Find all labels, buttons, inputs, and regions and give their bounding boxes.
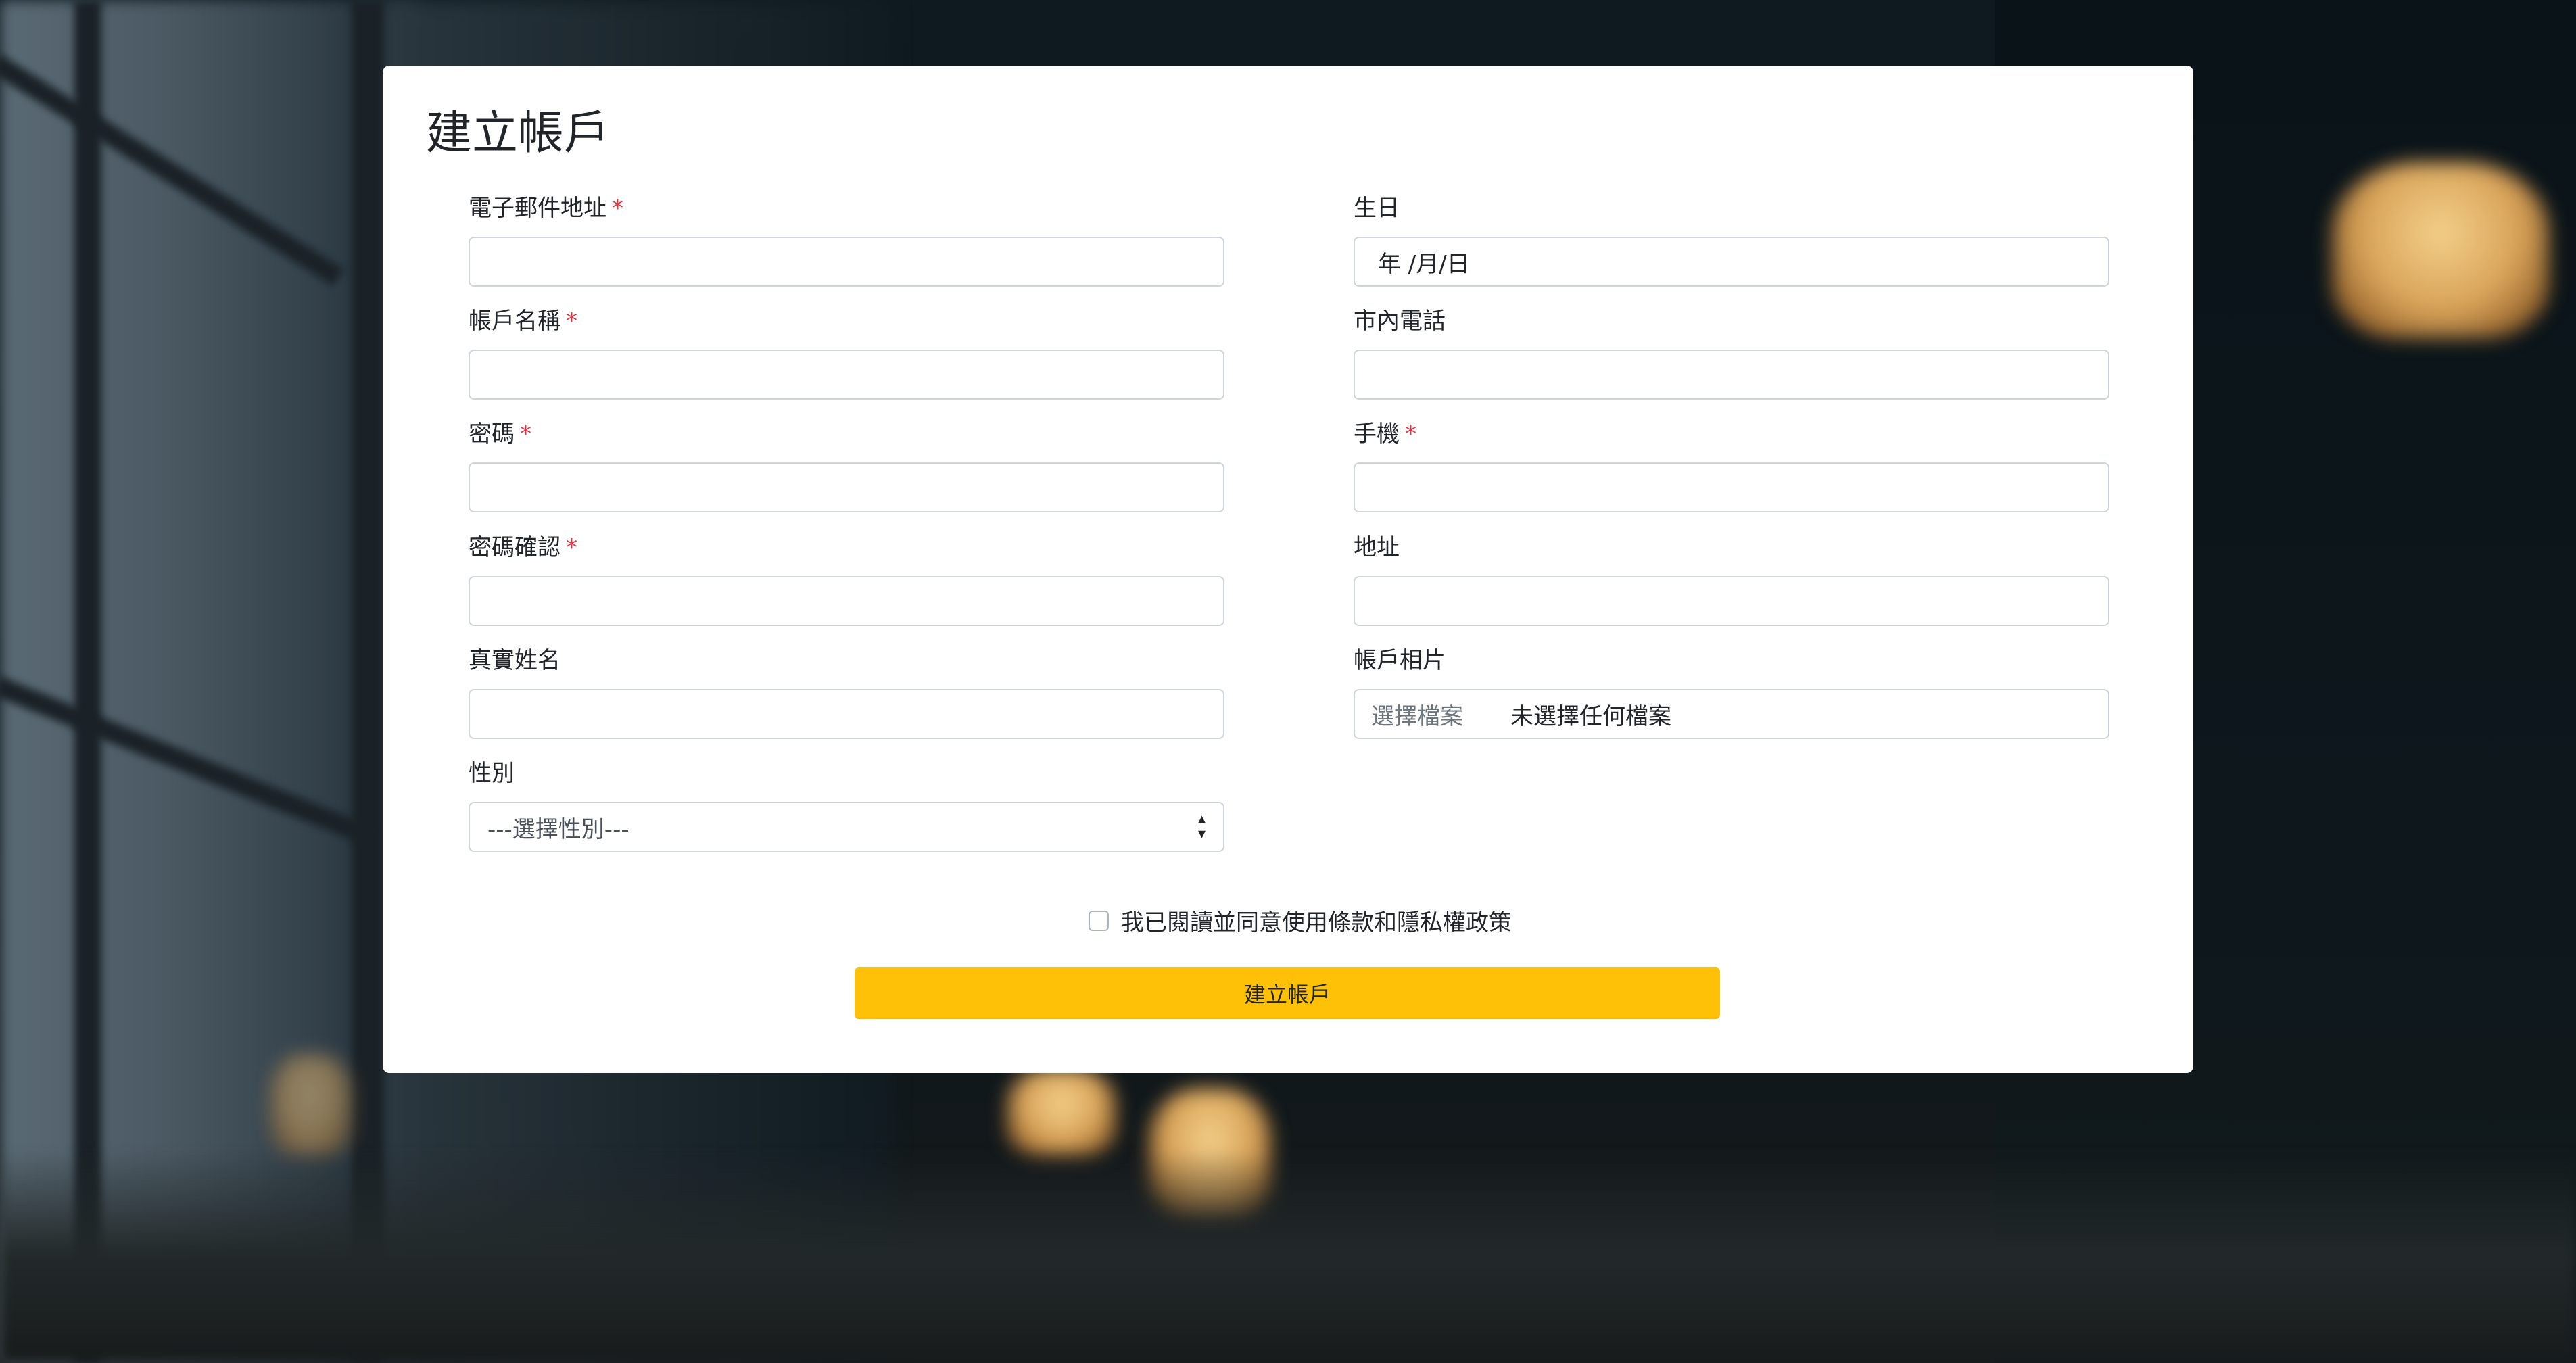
gender-select[interactable]: ---選擇性別--- ▴ ▾	[469, 802, 1224, 852]
address-field[interactable]	[1354, 576, 2109, 626]
mobile-field-group: 手機 *	[1354, 418, 2109, 512]
required-mark: *	[520, 421, 531, 448]
birthday-field-group: 生日 年 /月/日	[1354, 192, 2109, 287]
password-confirm-field-group: 密碼確認 *	[469, 531, 1224, 626]
gender-label: 性別	[469, 760, 515, 787]
mobile-label: 手機 *	[1354, 421, 1416, 448]
email-field-group: 電子郵件地址 *	[469, 192, 1224, 287]
select-arrows-icon: ▴ ▾	[1197, 811, 1206, 842]
terms-label[interactable]: 我已閱讀並同意使用條款和隱私權政策	[1121, 904, 1512, 937]
landline-field-group: 市內電話	[1354, 305, 2109, 400]
landline-field[interactable]	[1354, 350, 2109, 400]
terms-checkbox[interactable]	[1089, 910, 1109, 931]
birthday-label: 生日	[1354, 195, 1400, 222]
landline-label: 市內電話	[1354, 308, 1446, 335]
birthday-date-input[interactable]: 年 /月/日	[1354, 237, 2109, 287]
email-label: 電子郵件地址 *	[469, 195, 623, 222]
password-label: 密碼 *	[469, 421, 531, 448]
pendant-lamp	[2333, 162, 2549, 338]
mobile-field[interactable]	[1354, 462, 2109, 512]
photo-file-input[interactable]: 選擇檔案 未選擇任何檔案	[1354, 689, 2109, 739]
address-field-group: 地址	[1354, 531, 2109, 626]
file-status-text: 未選擇任何檔案	[1510, 702, 1671, 730]
required-mark: *	[566, 308, 577, 335]
address-label: 地址	[1354, 534, 1400, 561]
account-name-field-group: 帳戶名稱 *	[469, 305, 1224, 400]
photo-label: 帳戶相片	[1354, 647, 1446, 674]
pendant-lamp	[270, 1055, 352, 1156]
account-name-field[interactable]	[469, 350, 1224, 400]
page-title: 建立帳戶	[426, 107, 611, 160]
password-confirm-label: 密碼確認 *	[469, 534, 577, 561]
required-mark: *	[1405, 421, 1416, 448]
gender-selected-value: ---選擇性別---	[487, 815, 629, 843]
choose-file-button[interactable]: 選擇檔案	[1371, 698, 1463, 731]
real-name-field[interactable]	[469, 689, 1224, 739]
gender-field-group: 性別 ---選擇性別--- ▴ ▾	[469, 757, 1224, 852]
email-field[interactable]	[469, 237, 1224, 287]
password-confirm-field[interactable]	[469, 576, 1224, 626]
account-name-label: 帳戶名稱 *	[469, 308, 577, 335]
required-mark: *	[566, 534, 577, 561]
photo-field-group: 帳戶相片 選擇檔案 未選擇任何檔案	[1354, 644, 2109, 739]
create-account-button[interactable]: 建立帳戶	[855, 967, 1720, 1019]
password-field-group: 密碼 *	[469, 418, 1224, 512]
real-name-field-group: 真實姓名	[469, 644, 1224, 739]
floor-area	[0, 1149, 2576, 1363]
signup-card: 建立帳戶 電子郵件地址 * 帳戶名稱 * 密碼 * 密碼確認 * 真實姓名 性別 ---…	[383, 66, 2193, 1073]
pendant-lamp	[1007, 1068, 1116, 1156]
required-mark: *	[612, 195, 623, 222]
terms-row: 我已閱讀並同意使用條款和隱私權政策	[1089, 904, 1512, 937]
real-name-label: 真實姓名	[469, 647, 560, 674]
password-field[interactable]	[469, 462, 1224, 512]
